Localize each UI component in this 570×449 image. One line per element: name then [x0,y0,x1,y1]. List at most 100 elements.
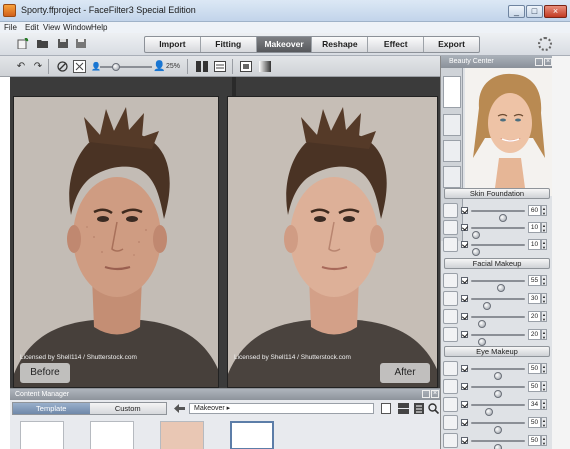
save-as-icon[interactable] [75,38,87,49]
amount-slider[interactable] [471,316,525,328]
back-arrow-icon[interactable] [174,404,185,413]
menu-window[interactable]: Window [63,22,91,33]
enable-checkbox[interactable] [461,331,468,338]
fit-to-view-icon[interactable] [73,60,86,73]
section-skin-foundation[interactable]: Skin Foundation [444,188,550,199]
amount-value[interactable]: 34 [528,399,541,410]
slider-knob[interactable] [494,444,502,449]
amount-slider[interactable] [471,298,525,310]
slider-knob[interactable] [477,338,486,346]
save-icon[interactable] [57,38,69,49]
amount-value[interactable]: 50 [528,435,541,446]
amount-slider[interactable] [471,334,525,346]
face-contour-icon[interactable] [443,291,458,306]
amount-spinner[interactable]: ▲ ▼ [541,311,547,322]
amount-spinner[interactable]: ▲ ▼ [541,293,547,304]
tab-reshape[interactable]: Reshape [312,37,369,52]
amount-spinner[interactable]: ▲ ▼ [541,275,547,286]
before-pane[interactable]: Licensed by Shell114 / Shutterstock.com … [13,96,219,388]
section-facial-makeup[interactable]: Facial Makeup [444,258,550,269]
amount-value[interactable]: 20 [528,329,541,340]
swap-view-icon[interactable] [214,61,226,72]
zoom-out-person-icon[interactable]: 👤 [91,61,101,72]
amount-spinner[interactable]: ▲ ▼ [541,381,547,392]
tab-import[interactable]: Import [145,37,201,52]
minimize-button[interactable]: _ [508,5,525,18]
face-spots-icon[interactable] [443,220,458,235]
thumbnail-view-icon[interactable] [398,403,409,414]
breadcrumb[interactable]: Makeover ▸ [189,403,374,414]
beauty-tab[interactable] [443,76,461,108]
enable-checkbox[interactable] [461,224,468,231]
tab-custom[interactable]: Custom [89,403,166,414]
amount-slider[interactable] [471,386,525,398]
tab-fitting[interactable]: Fitting [201,37,257,52]
zoom-in-person-icon[interactable]: 👤 [153,61,165,72]
search-icon[interactable] [428,403,439,414]
menu-view[interactable]: View [43,22,60,33]
reset-icon[interactable] [57,61,68,72]
template-thumbnail[interactable] [20,421,64,449]
bc-close-icon[interactable]: × [544,58,552,66]
enable-checkbox[interactable] [461,419,468,426]
cm-restore-icon[interactable] [422,390,430,398]
tab-template[interactable]: Template [13,403,90,414]
enable-checkbox[interactable] [461,207,468,214]
amount-spinner[interactable]: ▲ ▼ [541,417,547,428]
lips-icon[interactable] [443,309,458,324]
split-view-icon[interactable] [196,61,208,72]
amount-value[interactable]: 30 [528,293,541,304]
new-project-icon[interactable] [17,38,29,49]
cm-close-icon[interactable]: × [431,390,439,398]
maximize-button[interactable]: □ [526,5,543,18]
single-view-icon[interactable] [240,61,252,72]
enable-checkbox[interactable] [461,365,468,372]
enable-checkbox[interactable] [461,241,468,248]
amount-value[interactable]: 50 [528,417,541,428]
enable-checkbox[interactable] [461,401,468,408]
amount-spinner[interactable]: ▲ ▼ [541,205,547,216]
after-pane[interactable]: Licensed by Shell114 / Shutterstock.com … [227,96,438,388]
tab-effect[interactable]: Effect [368,37,425,52]
template-thumbnail[interactable] [230,421,274,449]
amount-slider[interactable] [471,422,525,434]
menu-help[interactable]: Help [91,22,107,33]
enable-checkbox[interactable] [461,383,468,390]
amount-value[interactable]: 55 [528,275,541,286]
enable-checkbox[interactable] [461,277,468,284]
bc-restore-icon[interactable] [535,58,543,66]
gradient-view-icon[interactable] [259,61,271,72]
menu-file[interactable]: File [4,22,17,33]
amount-slider[interactable] [471,440,525,449]
amount-spinner[interactable]: ▲ ▼ [541,239,547,250]
lip-gloss-icon[interactable] [443,327,458,342]
amount-slider[interactable] [471,210,525,222]
enable-checkbox[interactable] [461,313,468,320]
open-folder-icon[interactable] [37,38,49,49]
amount-spinner[interactable]: ▲ ▼ [541,329,547,340]
page-view-icon[interactable] [381,403,391,414]
amount-value[interactable]: 50 [528,363,541,374]
amount-spinner[interactable]: ▲ ▼ [541,399,547,410]
amount-slider[interactable] [471,244,525,256]
eyebrow-icon[interactable] [443,415,458,430]
tab-makeover[interactable]: Makeover [256,37,313,52]
undo-icon[interactable]: ↶ [16,61,26,72]
amount-spinner[interactable]: ▲ ▼ [541,222,547,233]
amount-value[interactable]: 10 [528,239,541,250]
enable-checkbox[interactable] [461,437,468,444]
skin-brush-icon[interactable] [443,114,461,136]
amount-slider[interactable] [471,227,525,239]
amount-value[interactable]: 10 [528,222,541,233]
lipstick-icon[interactable] [443,140,461,162]
amount-spinner[interactable]: ▲ ▼ [541,435,547,446]
amount-value[interactable]: 60 [528,205,541,216]
amount-slider[interactable] [471,368,525,380]
zoom-slider-knob[interactable] [111,63,120,71]
amount-slider[interactable] [471,280,525,292]
slider-knob[interactable] [472,248,481,256]
eyeshadow-icon[interactable] [443,361,458,376]
amount-value[interactable]: 20 [528,311,541,322]
amount-slider[interactable] [471,404,525,416]
mascara-icon[interactable] [443,166,461,188]
